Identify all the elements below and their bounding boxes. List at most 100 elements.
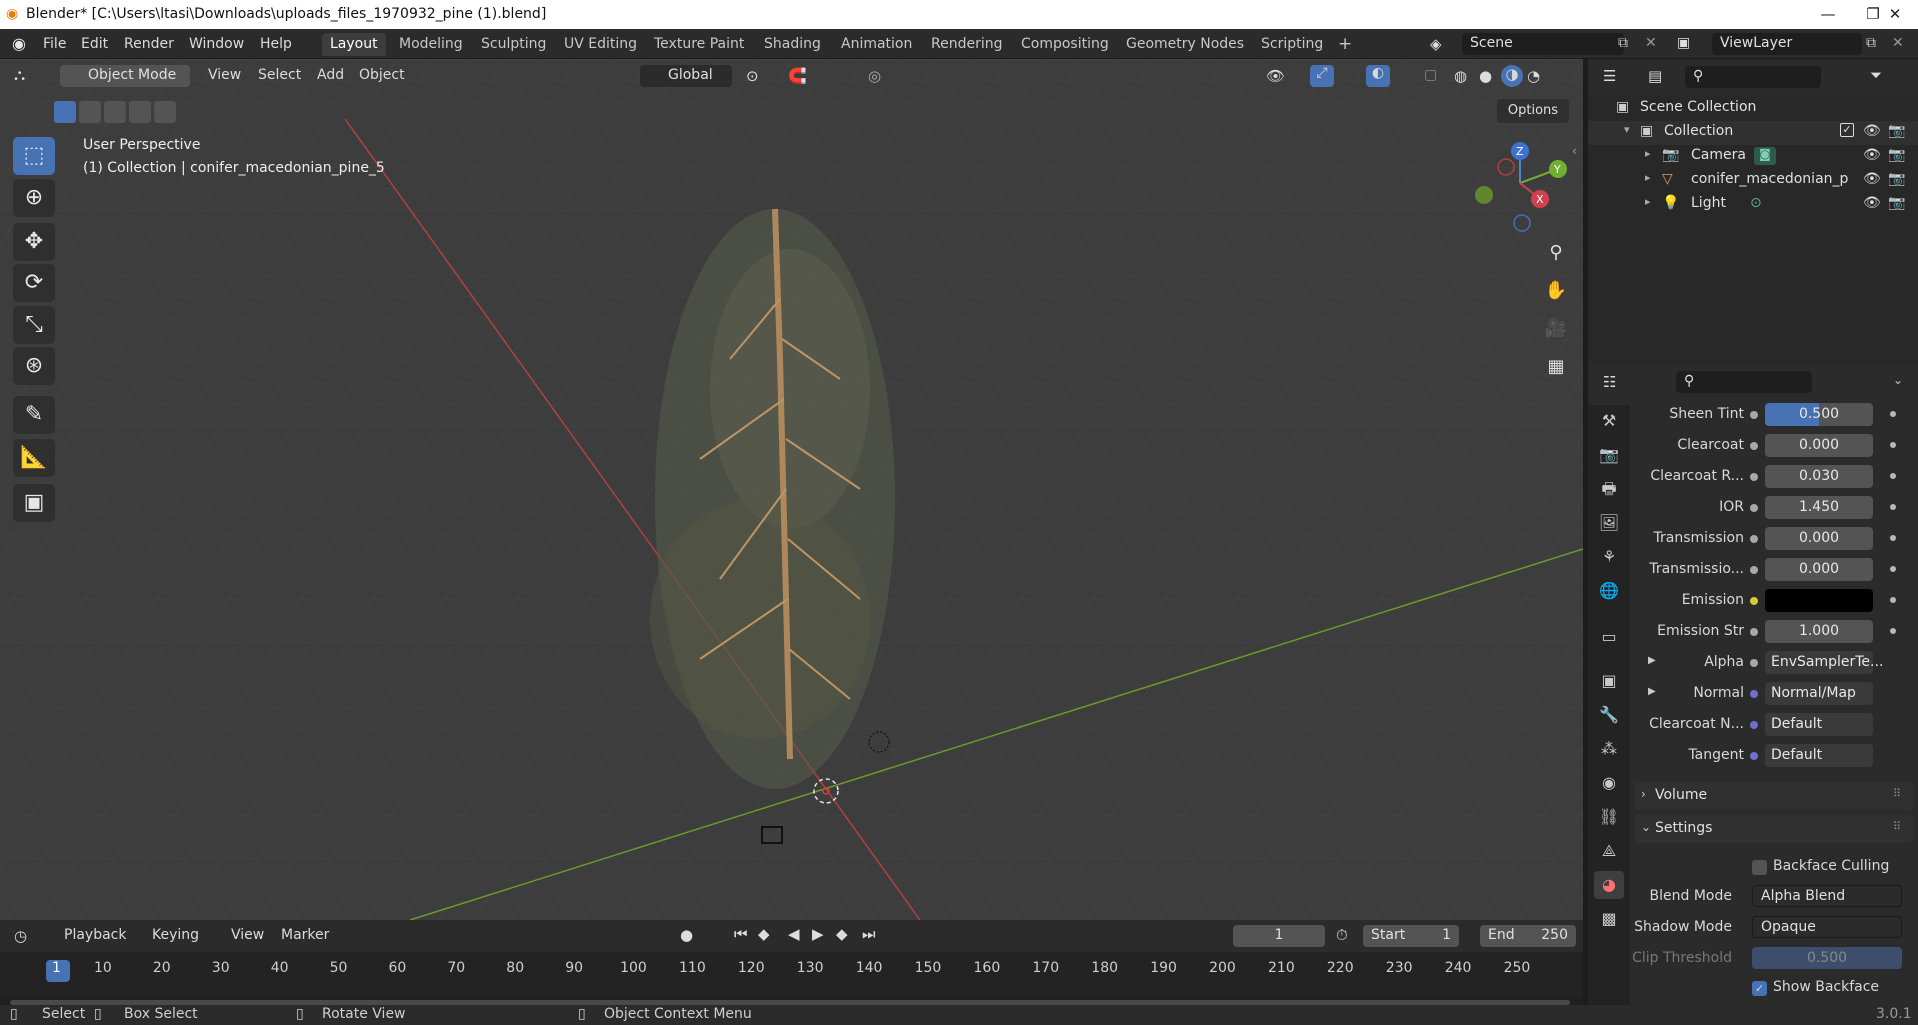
- collection-checkbox[interactable]: ✓: [1840, 123, 1854, 137]
- viewport-menu-object[interactable]: Object: [359, 67, 405, 83]
- render-camera-icon[interactable]: 📷: [1888, 123, 1905, 139]
- outliner-editor-icon[interactable]: ☰: [1603, 67, 1616, 85]
- transform-tool[interactable]: ⊛: [13, 347, 55, 385]
- snap-icon[interactable]: 🧲: [788, 67, 807, 85]
- material-icon[interactable]: ◕: [1594, 871, 1624, 899]
- keyframe-dot-icon[interactable]: [1890, 442, 1896, 448]
- proportional-edit-icon[interactable]: ◎: [868, 67, 881, 85]
- expand-arrow-icon[interactable]: ▸: [1645, 147, 1651, 160]
- shadow-mode-select[interactable]: Opaque: [1752, 916, 1902, 938]
- end-frame-field[interactable]: End 250: [1480, 925, 1576, 947]
- render-camera-icon[interactable]: 📷: [1888, 195, 1905, 211]
- tab-sculpting[interactable]: Sculpting: [473, 33, 554, 56]
- keyframe-dot-icon[interactable]: [1890, 597, 1896, 603]
- zoom-icon[interactable]: ⚲: [1542, 239, 1570, 267]
- sheen-tint-slider[interactable]: 0.500: [1765, 403, 1873, 426]
- properties-editor-icon[interactable]: ☷: [1603, 373, 1616, 391]
- timeline-menu-keying[interactable]: Keying: [152, 927, 199, 943]
- record-icon[interactable]: ●: [680, 926, 693, 944]
- socket-icon[interactable]: [1750, 535, 1758, 543]
- select-subtract-icon[interactable]: [104, 101, 126, 123]
- jump-start-icon[interactable]: ⏮: [734, 925, 748, 943]
- timeline-menu-marker[interactable]: Marker: [281, 927, 329, 943]
- constraints-icon[interactable]: ⛓: [1594, 803, 1624, 831]
- select-intersect-icon[interactable]: [154, 101, 176, 123]
- menu-help[interactable]: Help: [260, 36, 292, 52]
- socket-icon[interactable]: [1750, 752, 1758, 760]
- prev-keyframe-icon[interactable]: ◆: [758, 925, 770, 943]
- view-layer-icon[interactable]: ▣: [1677, 35, 1690, 51]
- normal-link-field[interactable]: Normal/Map: [1765, 682, 1873, 705]
- object-data-icon[interactable]: ⟁: [1594, 837, 1624, 865]
- timeline-menu-playback[interactable]: Playback: [64, 927, 126, 943]
- editor-type-icon[interactable]: ⛬: [14, 65, 25, 85]
- pan-hand-icon[interactable]: ✋: [1542, 277, 1570, 305]
- outliner-search[interactable]: ⚲: [1685, 66, 1821, 88]
- socket-icon[interactable]: [1750, 411, 1758, 419]
- light-data-icon[interactable]: ⊙: [1750, 195, 1762, 211]
- delete-scene-icon[interactable]: ✕: [1645, 35, 1657, 51]
- expand-arrow-icon[interactable]: ▶: [1648, 655, 1656, 666]
- expand-arrow-icon[interactable]: ▸: [1645, 171, 1651, 184]
- clearcoat-field[interactable]: 0.000: [1765, 434, 1873, 457]
- play-icon[interactable]: ▶: [812, 925, 824, 943]
- drag-handle-icon[interactable]: ⠿: [1893, 820, 1901, 833]
- socket-icon[interactable]: [1750, 690, 1758, 698]
- render-camera-icon[interactable]: 📷: [1888, 171, 1905, 187]
- scene-selector-icon[interactable]: ◈: [1430, 35, 1442, 53]
- output-icon[interactable]: 🖶: [1594, 475, 1624, 503]
- outliner-item-camera[interactable]: ▸ 📷 Camera ◙ 👁 📷: [1588, 145, 1918, 169]
- expand-arrow-icon[interactable]: ▸: [1645, 195, 1651, 208]
- menu-window[interactable]: Window: [189, 36, 244, 52]
- scene-name-field[interactable]: Scene: [1462, 33, 1624, 55]
- delete-view-layer-icon[interactable]: ✕: [1892, 35, 1904, 51]
- overlay-toggle-icon[interactable]: ◐: [1366, 65, 1390, 87]
- keyframe-dot-icon[interactable]: [1890, 566, 1896, 572]
- keyframe-dot-icon[interactable]: [1890, 473, 1896, 479]
- texture-icon[interactable]: ▩: [1594, 905, 1624, 933]
- settings-panel-header[interactable]: ⌄ Settings ⠿: [1635, 815, 1913, 843]
- expand-arrow-icon[interactable]: ▶: [1648, 686, 1656, 697]
- outliner-scene-collection[interactable]: ▣ Scene Collection: [1588, 97, 1918, 121]
- volume-panel-header[interactable]: › Volume ⠿: [1635, 782, 1913, 810]
- viewport-menu-add[interactable]: Add: [317, 67, 344, 83]
- show-backface-row[interactable]: ✓ Show Backface: [1752, 978, 1912, 1000]
- timeline-ruler[interactable]: 1 10 20 30 40 50 60 70 80 90 100 110 120 130 140 150 160…: [0, 952, 1583, 1000]
- transmission-roughness-field[interactable]: 0.000: [1765, 558, 1873, 581]
- menu-file[interactable]: File: [43, 36, 66, 52]
- tab-uv-editing[interactable]: UV Editing: [556, 33, 645, 56]
- emission-color-swatch[interactable]: [1765, 589, 1873, 612]
- view-layer-tab-icon[interactable]: 🖼: [1594, 509, 1624, 537]
- new-view-layer-icon[interactable]: ⧉: [1866, 35, 1876, 51]
- new-scene-icon[interactable]: ⧉: [1618, 35, 1628, 51]
- camera-data-icon[interactable]: ◙: [1754, 147, 1776, 165]
- tab-shading[interactable]: Shading: [756, 33, 829, 56]
- add-workspace-button[interactable]: +: [1330, 31, 1360, 54]
- menu-render[interactable]: Render: [124, 36, 174, 52]
- eye-icon[interactable]: 👁: [1863, 171, 1881, 187]
- expand-arrow-icon[interactable]: ▾: [1624, 123, 1630, 136]
- camera-view-icon[interactable]: 🎥: [1542, 315, 1570, 343]
- annotate-tool[interactable]: ✎: [13, 396, 55, 434]
- modifier-wrench-icon[interactable]: 🔧: [1594, 701, 1624, 729]
- xray-icon[interactable]: ▢: [1424, 67, 1437, 83]
- collection-tab-icon[interactable]: ▭: [1594, 623, 1624, 651]
- navigation-gizmo[interactable]: Z Y X: [1470, 137, 1580, 237]
- object-icon[interactable]: ▣: [1594, 667, 1624, 695]
- clock-editor-icon[interactable]: ◷: [14, 927, 27, 945]
- scene-icon[interactable]: ⚘: [1594, 543, 1624, 571]
- drag-handle-icon[interactable]: ⠿: [1893, 787, 1901, 800]
- physics-icon[interactable]: ◉: [1594, 769, 1624, 797]
- socket-icon[interactable]: [1750, 504, 1758, 512]
- eye-icon[interactable]: 👁: [1863, 147, 1881, 163]
- tangent-field[interactable]: Default: [1765, 744, 1873, 767]
- current-frame-field[interactable]: 1: [1233, 925, 1325, 947]
- select-invert-icon[interactable]: [129, 101, 151, 123]
- transform-orientation[interactable]: Global: [640, 65, 732, 87]
- select-new-icon[interactable]: [54, 101, 76, 123]
- visibility-icon[interactable]: 👁: [1266, 67, 1285, 85]
- ior-field[interactable]: 1.450: [1765, 496, 1873, 519]
- outliner-item-light[interactable]: ▸ 💡 Light ⊙ 👁 📷: [1588, 193, 1918, 217]
- render-camera-icon[interactable]: 📷: [1888, 147, 1905, 163]
- outliner-collection[interactable]: ▾ ▣ Collection ✓ 👁 📷: [1588, 121, 1918, 145]
